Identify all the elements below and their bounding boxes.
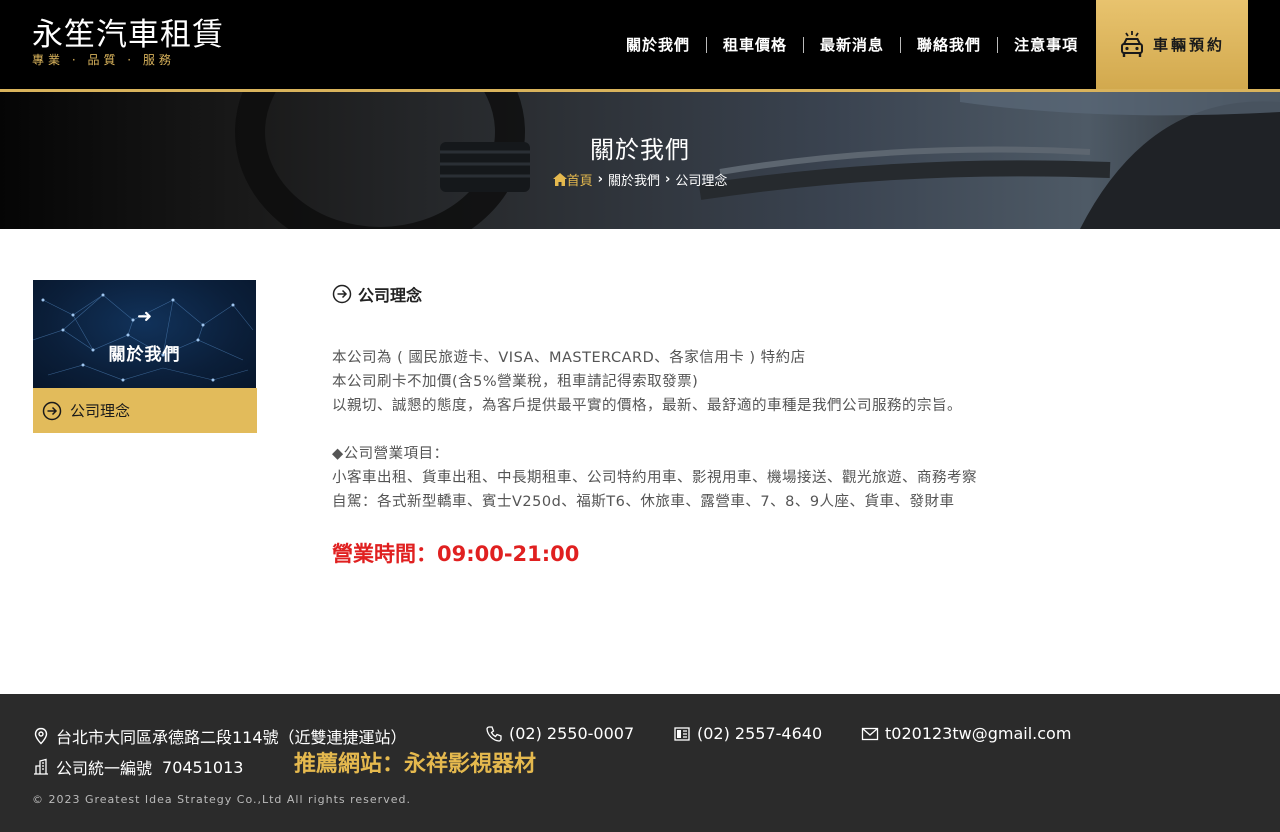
circle-arrow-icon (42, 401, 62, 420)
footer-email-text: t020123tw@gmail.com (885, 724, 1072, 743)
mail-icon (861, 727, 879, 740)
breadcrumb-level2: 公司理念 (675, 174, 728, 189)
page-title: 關於我們 (590, 136, 690, 164)
chevron-right-icon: › (665, 172, 671, 187)
breadcrumb-home[interactable]: 首頁 (552, 170, 593, 189)
fax-icon (674, 726, 690, 741)
footer-tax-id-value: 70451013 (162, 757, 244, 777)
footer-address: 台北市大同區承德路二段114號（近雙連捷運站） (32, 724, 407, 748)
nav-item-about[interactable]: 關於我們 (610, 37, 706, 53)
sidebar-item-philosophy[interactable]: 公司理念 (33, 388, 257, 433)
logo-slogan: 專業 · 品質 · 服務 (32, 53, 175, 67)
booking-button[interactable]: 車輛預約 (1096, 0, 1248, 89)
chevron-right-icon: › (597, 172, 603, 187)
footer-fax: (02) 2557-4640 (673, 724, 822, 743)
main-nav: 關於我們 租車價格 最新消息 聯絡我們 注意事項 (610, 0, 1094, 89)
footer-phone[interactable]: (02) 2550-0007 (485, 724, 634, 743)
business-hours: 營業時間：09:00-21:00 (332, 542, 580, 566)
footer-tax-id-label: 公司統一編號 (56, 759, 153, 778)
sidebar-item-label: 公司理念 (70, 402, 131, 420)
site-header: 永笙汽車租賃 專業 · 品質 · 服務 關於我們 租車價格 最新消息 聯絡我們 … (0, 0, 1280, 89)
site-logo[interactable]: 永笙汽車租賃 專業 · 品質 · 服務 (32, 17, 224, 67)
footer-copyright: © 2023 Greatest Idea Strategy Co.,Ltd Al… (32, 793, 411, 806)
section-heading: 公司理念 (332, 282, 422, 306)
nav-item-news[interactable]: 最新消息 (803, 36, 900, 53)
network-map-image (33, 293, 254, 382)
page-banner: 關於我們 首頁 › 關於我們 › 公司理念 (0, 92, 1280, 229)
content-body: 本公司為 ( 國民旅遊卡、VISA、MASTERCARD、各家信用卡 ) 特約店… (332, 346, 1232, 514)
nav-item-contact[interactable]: 聯絡我們 (900, 36, 997, 53)
building-icon (34, 758, 48, 775)
content-line: 本公司刷卡不加價(含5%營業稅，租車請記得索取發票) (332, 374, 699, 390)
circle-arrow-icon (332, 284, 352, 304)
booking-label: 車輛預約 (1152, 36, 1225, 54)
phone-icon (486, 725, 502, 742)
content-line: 以親切、誠懇的態度，為客戶提供最平實的價格，最新、最舒適的車種是我們公司服務的宗… (332, 398, 962, 414)
content-line: 本公司為 ( 國民旅遊卡、VISA、MASTERCARD、各家信用卡 ) 特約店 (332, 350, 806, 366)
nav-item-notice[interactable]: 注意事項 (997, 36, 1094, 53)
services-line: 小客車出租、貨車出租、中長期租車、公司特約用車、影視用車、機場接送、觀光旅遊、商… (332, 470, 977, 486)
services-title: ◆公司營業項目： (332, 446, 449, 462)
section-heading-label: 公司理念 (358, 286, 423, 305)
home-icon (552, 173, 567, 186)
logo-title: 永笙汽車租賃 (32, 17, 224, 53)
location-pin-icon (34, 727, 48, 745)
services-line: 自駕：各式新型轎車、賓士V250d、福斯T6、休旅車、露營車、7、8、9人座、貨… (332, 494, 955, 510)
footer-recommend-link[interactable]: 推薦網站：永祥影視器材 (294, 746, 536, 778)
site-footer: 台北市大同區承德路二段114號（近雙連捷運站） (02) 2550-0007 (… (0, 694, 1280, 832)
sidebar-card: ➜ 關於我們 (33, 280, 256, 388)
footer-tax-id: 公司統一編號 70451013 (32, 755, 243, 779)
sidebar-card-title: 關於我們 (108, 345, 181, 365)
breadcrumb-level1[interactable]: 關於我們 (608, 170, 660, 189)
breadcrumb: 首頁 › 關於我們 › 公司理念 (0, 170, 1280, 189)
footer-phone-text: (02) 2550-0007 (509, 724, 635, 743)
footer-address-text: 台北市大同區承德路二段114號（近雙連捷運站） (56, 728, 407, 747)
footer-email[interactable]: t020123tw@gmail.com (861, 724, 1071, 743)
nav-item-prices[interactable]: 租車價格 (706, 36, 803, 53)
breadcrumb-home-label: 首頁 (566, 174, 593, 189)
car-icon (1120, 30, 1143, 57)
arrow-right-icon: ➜ (136, 306, 153, 327)
footer-fax-text: (02) 2557-4640 (697, 724, 823, 743)
